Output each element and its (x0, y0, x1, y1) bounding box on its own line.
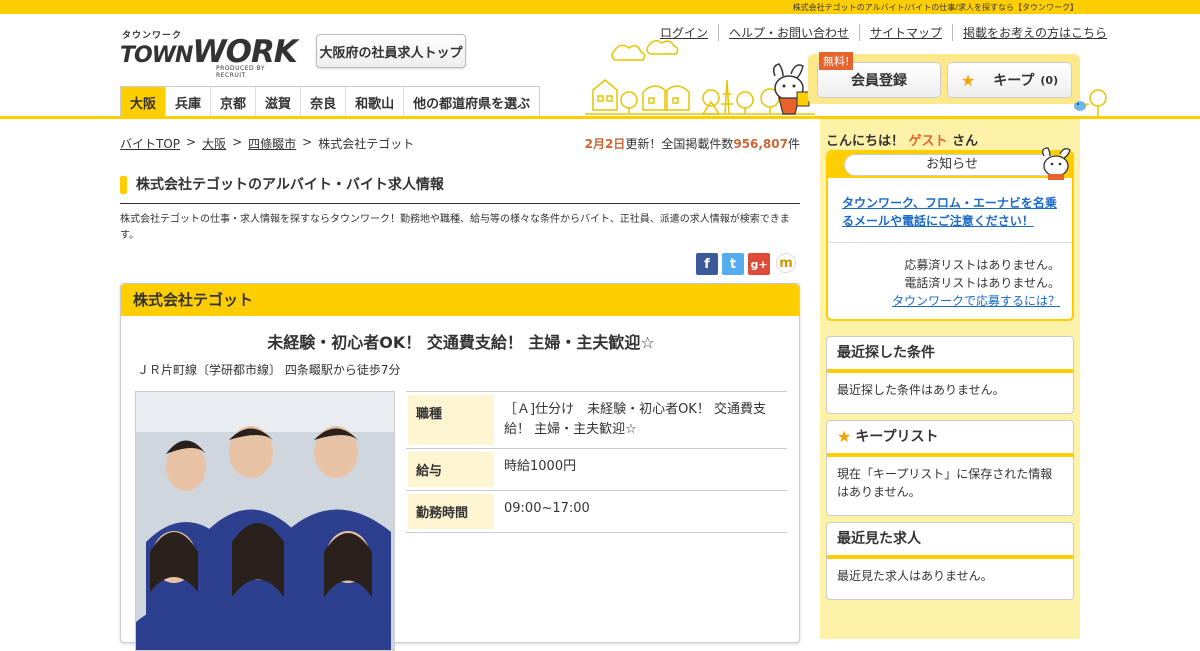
osaka-career-top-button[interactable]: 大阪府の社員求人トップ (316, 34, 466, 68)
update-info: 2月2日更新！全国掲載件数956,807件 (584, 137, 800, 151)
tab-kyoto[interactable]: 京都 (211, 87, 257, 117)
breadcrumb-sep: > (232, 135, 243, 149)
tab-other-prefectures[interactable]: 他の都道府県を選ぶ (404, 87, 539, 117)
recently-viewed-box: 最近見た求人 最近見た求人はありません。 (826, 522, 1074, 600)
listing-count: 956,807 (733, 137, 788, 151)
breadcrumb-current: 株式会社テゴット (318, 137, 415, 151)
page-description: 株式会社テゴットの仕事・求人情報を探すならタウンワーク！勤務地や職種、給与等の様… (120, 214, 790, 241)
twitter-icon[interactable]: t (722, 253, 744, 275)
google-plus-icon[interactable]: g+ (748, 253, 770, 275)
job-row-value: 09:00~17:00 (504, 501, 590, 516)
free-badge: 無料! (819, 52, 854, 70)
job-row-label: 職種 (408, 395, 494, 445)
job-details-table: 職種 ［Ａ]仕分け 未経験・初心者OK！ 交通費支給！ 主婦・主夫歓迎☆ 給与 … (406, 391, 787, 533)
breadcrumb-baito-top[interactable]: バイトTOP (120, 135, 180, 152)
recent-searches-box: 最近探した条件 最近探した条件はありません。 (826, 336, 1074, 414)
logo-produced-by: PRODUCED BY RECRUIT (216, 65, 265, 79)
mixi-icon[interactable]: m (776, 253, 796, 273)
called-list-status: 電話済リストはありません。 (904, 276, 1060, 290)
page-title: 株式会社テゴットのアルバイト・バイト求人情報 (120, 174, 800, 204)
tab-nara[interactable]: 奈良 (301, 87, 347, 117)
job-row-occupation: 職種 ［Ａ]仕分け 未経験・初心者OK！ 交通費支給！ 主婦・主夫歓迎☆ (406, 392, 787, 449)
townwork-logo[interactable]: タウンワーク TOWNWORK PRODUCED BY RECRUIT (120, 28, 298, 79)
job-company-name[interactable]: 株式会社テゴット (121, 284, 799, 316)
job-row-label: 給与 (408, 452, 494, 487)
tab-hyogo[interactable]: 兵庫 (166, 87, 212, 117)
sitemap-link[interactable]: サイトマップ (859, 24, 952, 41)
keep-label: キープ (993, 73, 1035, 89)
guest-name: ゲスト (908, 134, 948, 149)
keep-list-title: キープリスト (855, 429, 939, 445)
facebook-icon[interactable]: f (696, 253, 718, 275)
job-row-value: 時給1000円 (504, 459, 577, 474)
job-row-hours: 勤務時間 09:00~17:00 (406, 491, 787, 533)
recently-viewed-title: 最近見た求人 (827, 523, 1073, 559)
job-card: 株式会社テゴット 未経験・初心者OK！ 交通費支給！ 主婦・主夫歓迎☆ ＪＲ片町… (120, 283, 801, 651)
site-tagline: 株式会社テゴットのアルバイト/バイトの仕事/求人を探すなら【タウンワーク】 (792, 3, 1078, 12)
keep-list-body: 現在「キープリスト」に保存された情報はありません。 (837, 467, 1053, 499)
recent-searches-body: 最近探した条件はありません。 (837, 383, 1005, 397)
help-link[interactable]: ヘルプ・お問い合わせ (718, 24, 859, 41)
advertise-link[interactable]: 掲載をお考えの方はこちら (952, 24, 1117, 41)
breadcrumb-sep: > (302, 135, 313, 149)
greeting: こんにちは！ ゲスト さん (826, 134, 979, 149)
divider (828, 242, 1072, 243)
header-links: ログイン ヘルプ・お問い合わせ サイトマップ 掲載をお考えの方はこちら (650, 24, 1117, 41)
prefecture-tabs: 大阪 兵庫 京都 滋賀 奈良 和歌山 他の都道府県を選ぶ (120, 86, 541, 117)
tab-osaka[interactable]: 大阪 (121, 87, 167, 117)
breadcrumb: バイトTOP > 大阪 > 四條畷市 > 株式会社テゴット (120, 135, 414, 152)
social-share: f t g+ m (696, 253, 796, 275)
mascot-dog-icon (1042, 147, 1071, 180)
recent-searches-title: 最近探した条件 (827, 337, 1073, 373)
breadcrumb-osaka[interactable]: 大阪 (202, 135, 226, 152)
job-row-salary: 給与 時給1000円 (406, 449, 787, 491)
application-status: 応募済リストはありません。 電話済リストはありません。 タウンワークで応募するに… (892, 256, 1060, 310)
notice-title: お知らせ (844, 154, 1060, 176)
how-to-apply-link[interactable]: タウンワークで応募するには？ (892, 292, 1060, 310)
keep-list-header: ★ キープリスト (827, 421, 1073, 457)
login-link[interactable]: ログイン (650, 24, 718, 41)
keep-list-box: ★ キープリスト 現在「キープリスト」に保存された情報はありません。 (826, 420, 1074, 516)
bird-icon (1074, 89, 1107, 116)
job-row-value: ［Ａ]仕分け 未経験・初心者OK！ 交通費支給！ 主婦・主夫歓迎☆ (504, 402, 766, 437)
applied-list-status: 応募済リストはありません。 (904, 258, 1060, 272)
job-row-label: 勤務時間 (408, 494, 494, 529)
keep-button[interactable]: ★ キープ (0) (947, 62, 1072, 98)
tab-wakayama[interactable]: 和歌山 (346, 87, 405, 117)
scam-warning-link[interactable]: タウンワーク、フロム・エーナビを名乗るメールや電話にご注意ください！ (842, 194, 1066, 230)
top-bar: 株式会社テゴットのアルバイト/バイトの仕事/求人を探すなら【タウンワーク】 (0, 0, 1200, 14)
staff-photo (136, 392, 394, 650)
breadcrumb-sep: > (186, 135, 197, 149)
job-access: ＪＲ片町線〔学研都市線〕 四条畷駅から徒歩7分 (137, 363, 401, 377)
breadcrumb-shijonawate[interactable]: 四條畷市 (248, 135, 296, 152)
star-icon: ★ (837, 427, 852, 446)
star-icon: ★ (960, 70, 976, 90)
update-date: 2月2日 (584, 137, 626, 151)
recently-viewed-body: 最近見た求人はありません。 (837, 569, 993, 583)
keep-count: (0) (1040, 73, 1059, 87)
tab-shiga[interactable]: 滋賀 (256, 87, 302, 117)
job-headline[interactable]: 未経験・初心者OK！ 交通費支給！ 主婦・主夫歓迎☆ (121, 329, 801, 353)
job-photo[interactable] (135, 391, 395, 651)
